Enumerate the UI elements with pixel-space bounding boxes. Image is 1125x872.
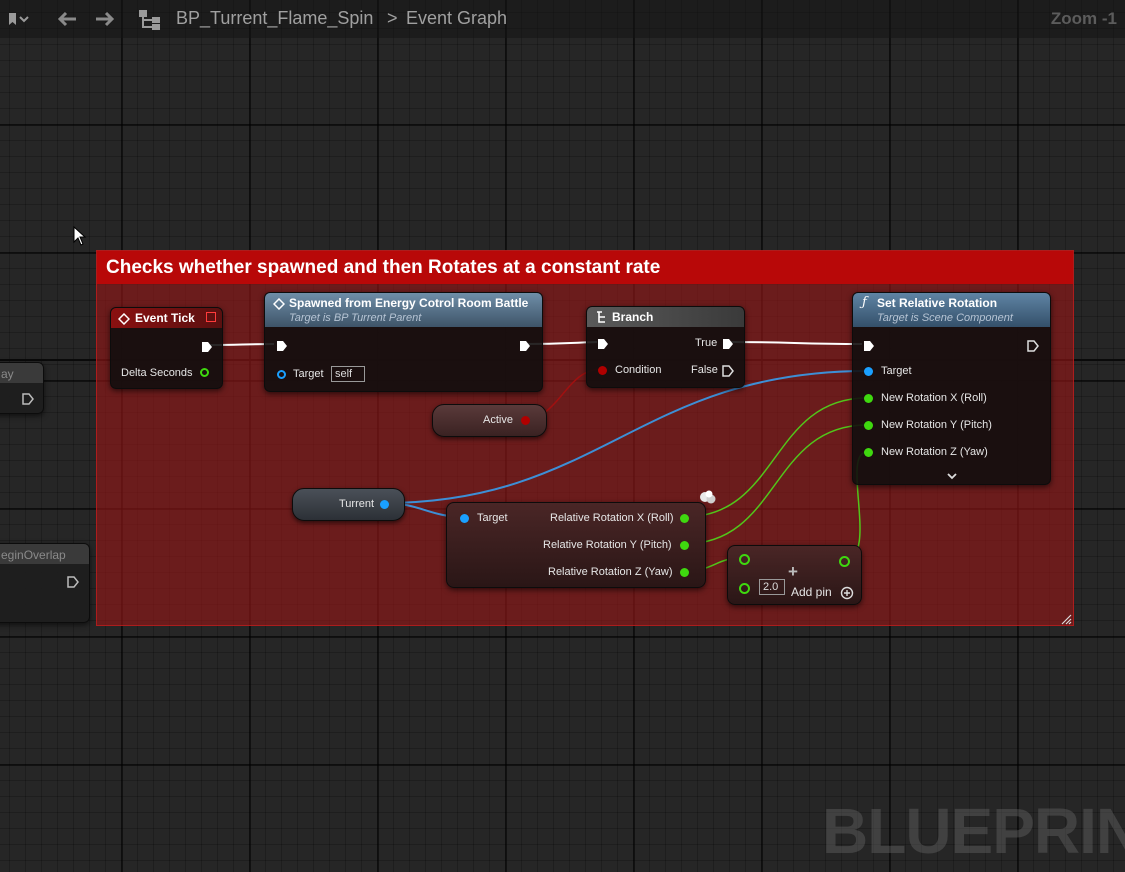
- event-tick-node[interactable]: Event Tick Delta Seconds: [110, 307, 223, 389]
- active-variable-node[interactable]: Active: [432, 404, 547, 437]
- input-b-pin[interactable]: [739, 583, 750, 594]
- blueprint-watermark: BLUEPRINT: [822, 795, 1125, 867]
- exec-in-pin[interactable]: [863, 339, 875, 351]
- target-label: Target: [293, 368, 324, 380]
- target-pin[interactable]: [460, 514, 469, 523]
- spawned-node[interactable]: Spawned from Energy Cotrol Room Battle T…: [264, 292, 543, 392]
- new-rotation-z-label: New Rotation Z (Yaw): [881, 446, 988, 458]
- new-rotation-y-label: New Rotation Y (Pitch): [881, 419, 992, 431]
- input-a-pin[interactable]: [739, 554, 750, 565]
- delta-seconds-label: Delta Seconds: [121, 367, 193, 379]
- exec-wire-branch-to-set: [730, 341, 863, 345]
- branch-header: [587, 307, 744, 327]
- true-exec-pin[interactable]: [722, 337, 734, 349]
- exec-out-pin[interactable]: [1027, 339, 1039, 352]
- new-rotation-y-pin[interactable]: [864, 421, 873, 430]
- set-rotation-subtitle: Target is Scene Component: [877, 312, 1013, 324]
- target-pin[interactable]: [277, 370, 286, 379]
- get-relative-rotation-node[interactable]: Target Relative Rotation X (Roll) Relati…: [446, 502, 706, 588]
- network-replication-icon: [699, 489, 717, 510]
- condition-label: Condition: [615, 364, 662, 376]
- new-rotation-x-pin[interactable]: [864, 394, 873, 403]
- branch-title: Branch: [612, 310, 654, 324]
- turrent-output-pin[interactable]: [380, 500, 389, 509]
- mouse-cursor-icon: [73, 225, 87, 251]
- active-output-pin[interactable]: [521, 416, 530, 425]
- exec-in-pin[interactable]: [276, 339, 288, 351]
- set-relative-rotation-node[interactable]: ƒ Set Relative Rotation Target is Scene …: [852, 292, 1051, 485]
- true-label: True: [695, 337, 718, 349]
- set-rotation-title: Set Relative Rotation: [877, 296, 998, 310]
- new-rotation-z-pin[interactable]: [864, 448, 873, 457]
- input-b-value-field[interactable]: 2.0: [759, 579, 785, 595]
- function-diamond-icon: [272, 297, 286, 315]
- spawned-subtitle: Target is BP Turrent Parent: [289, 312, 422, 324]
- rotation-x-output-label: Relative Rotation X (Roll): [550, 512, 674, 524]
- event-tick-title: Event Tick: [135, 311, 195, 325]
- target-pin[interactable]: [864, 367, 873, 376]
- target-self-field[interactable]: self: [331, 366, 365, 382]
- false-label: False: [691, 364, 718, 376]
- operator-symbol: +: [788, 562, 798, 581]
- add-pin-plus-icon[interactable]: [840, 586, 854, 605]
- delegate-pin-icon[interactable]: [206, 312, 216, 322]
- rotation-z-output-pin[interactable]: [680, 568, 689, 577]
- target-label: Target: [881, 365, 912, 377]
- rotation-z-output-label: Relative Rotation Z (Yaw): [548, 566, 673, 578]
- rotation-y-output-pin[interactable]: [680, 541, 689, 550]
- new-rotation-x-label: New Rotation X (Roll): [881, 392, 987, 404]
- event-diamond-icon: [117, 312, 131, 330]
- spawned-title: Spawned from Energy Cotrol Room Battle: [289, 296, 529, 310]
- turrent-variable-node[interactable]: Turrent: [292, 488, 405, 521]
- target-label: Target: [477, 512, 508, 524]
- exec-out-pin[interactable]: [519, 339, 531, 351]
- multiply-node[interactable]: + 2.0 Add pin: [727, 545, 862, 605]
- function-f-icon: ƒ: [862, 295, 867, 310]
- branch-icon: [595, 310, 609, 329]
- output-pin[interactable]: [839, 556, 850, 567]
- rotation-x-output-pin[interactable]: [680, 514, 689, 523]
- exec-out-pin[interactable]: [201, 340, 213, 352]
- active-label: Active: [483, 414, 513, 426]
- expand-chevron-icon[interactable]: [946, 469, 958, 487]
- branch-node[interactable]: Branch True Condition False: [586, 306, 745, 388]
- delta-seconds-pin[interactable]: [200, 368, 209, 377]
- turrent-label: Turrent: [339, 498, 375, 510]
- rotation-y-output-label: Relative Rotation Y (Pitch): [543, 539, 672, 551]
- condition-pin[interactable]: [598, 366, 607, 375]
- add-pin-label[interactable]: Add pin: [791, 585, 832, 599]
- float-wire-pitch: [683, 424, 868, 545]
- exec-in-pin[interactable]: [597, 337, 609, 349]
- false-exec-pin[interactable]: [722, 364, 734, 377]
